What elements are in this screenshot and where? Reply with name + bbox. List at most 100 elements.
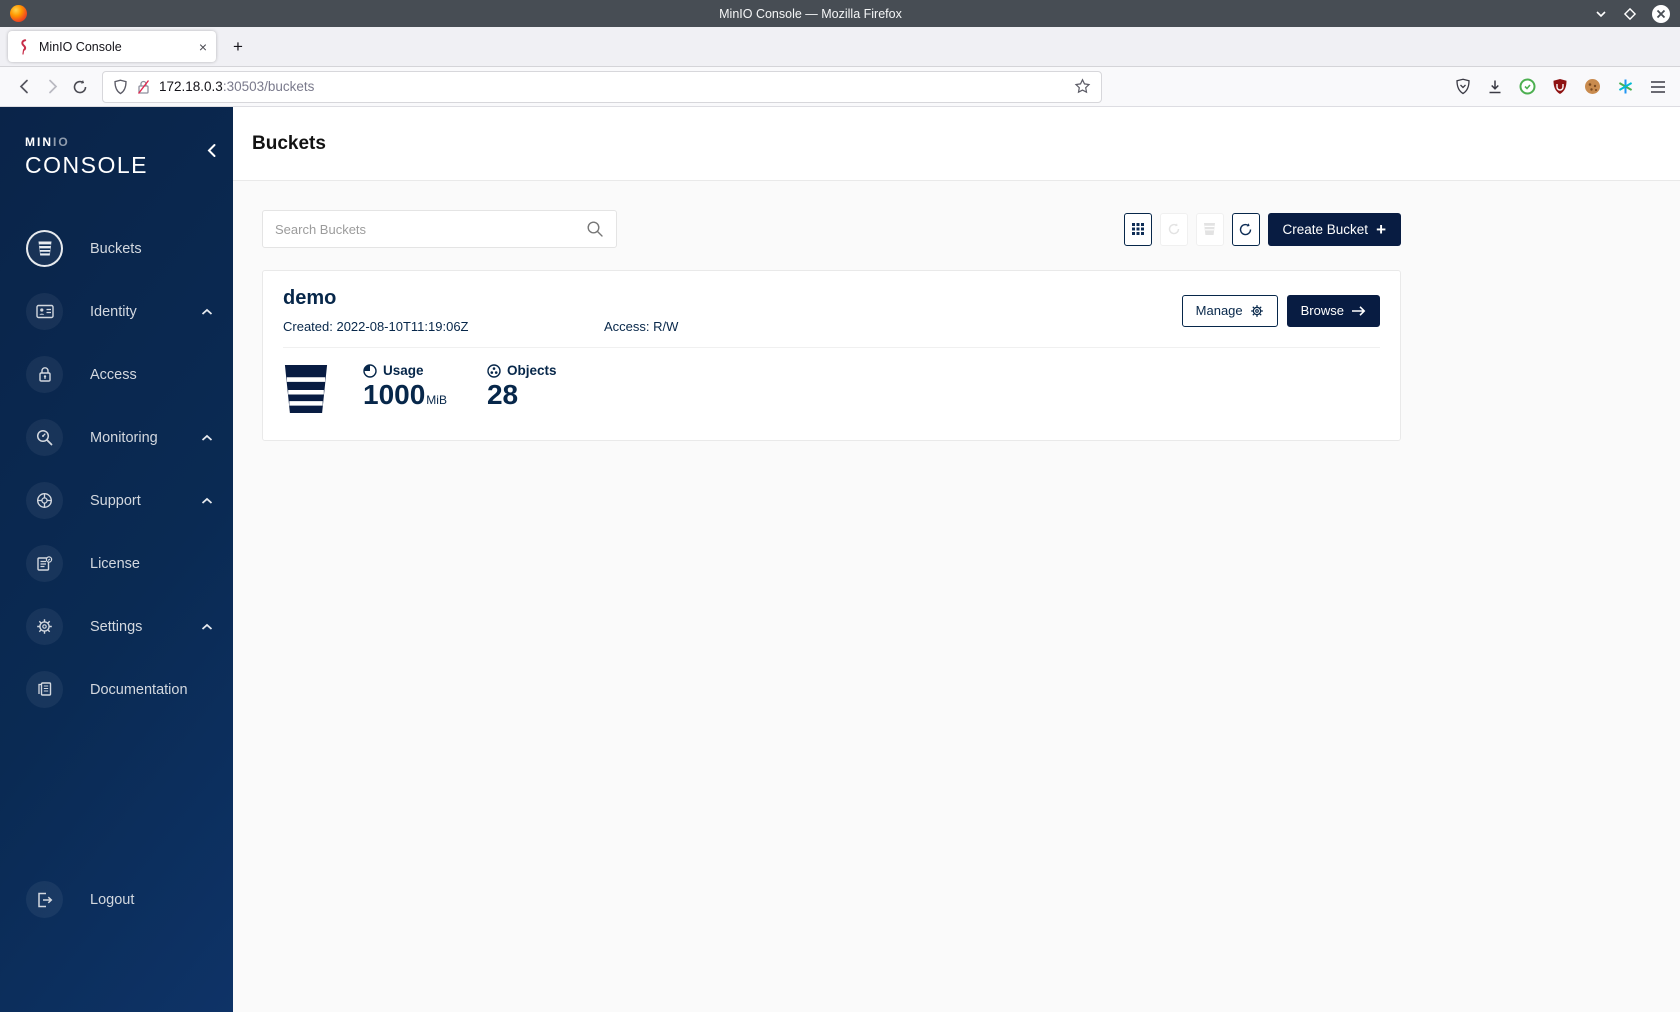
pocket-shield-icon[interactable] [1455, 78, 1471, 95]
sidebar-item-label: Monitoring [90, 429, 158, 446]
search-icon [587, 221, 603, 237]
sidebar-item-documentation[interactable]: Documentation [0, 658, 233, 721]
tab-bar: MinIO Console × + [0, 27, 1680, 67]
sidebar-item-label: Access [90, 366, 137, 383]
sidebar-item-label: Identity [90, 303, 137, 320]
cookie-extension-icon[interactable] [1584, 78, 1601, 95]
sidebar-item-identity[interactable]: Identity [0, 280, 233, 343]
replication-button-disabled [1159, 212, 1188, 246]
browse-label: Browse [1300, 303, 1344, 318]
chevron-up-icon[interactable] [201, 492, 213, 510]
forward-icon[interactable] [38, 73, 66, 101]
chevron-up-icon[interactable] [201, 303, 213, 321]
sidebar-item-label: Logout [90, 891, 135, 908]
sidebar-collapse-icon[interactable] [206, 143, 217, 163]
sidebar-item-label: Support [90, 492, 141, 509]
sidebar-item-buckets[interactable]: Buckets [0, 217, 233, 280]
url-host: 172.18.0.3 [159, 79, 223, 94]
objects-value: 28 [486, 379, 519, 410]
tab-close-icon[interactable]: × [199, 40, 207, 54]
monitor-magnifier-icon [26, 419, 63, 456]
bucket-access: Access: R/W [604, 319, 679, 334]
minio-favicon-icon [21, 38, 27, 55]
bucket-name[interactable]: demo [283, 287, 1182, 310]
delete-bucket-button-disabled [1195, 212, 1224, 246]
page-header: Buckets [233, 107, 1680, 181]
replication-arrows-icon [1168, 223, 1179, 235]
new-tab-button[interactable]: + [224, 33, 252, 61]
sidebar-item-access[interactable]: Access [0, 343, 233, 406]
sidebar-item-support[interactable]: Support [0, 469, 233, 532]
identity-card-icon [26, 293, 63, 330]
main-area: Buckets Search Buckets Create Bucket + d… [233, 107, 1680, 1012]
usage-label: Usage [383, 363, 424, 378]
bucket-created: Created: 2022-08-10T11:19:06Z [283, 319, 469, 334]
minimize-icon[interactable] [1594, 7, 1608, 21]
minio-logo: MINIO CONSOLE [0, 107, 233, 179]
logo-min: MIN [25, 135, 53, 149]
page-title: Buckets [252, 132, 326, 154]
bookmark-star-icon[interactable] [1074, 78, 1091, 95]
bucket-card[interactable]: demo Created: 2022-08-10T11:19:06Z Acces… [262, 270, 1401, 441]
arrow-right-icon [1352, 305, 1366, 316]
objects-label: Objects [506, 363, 557, 378]
sidebar-item-label: Documentation [90, 681, 188, 698]
refresh-button[interactable] [1231, 212, 1260, 246]
reload-icon[interactable] [66, 73, 94, 101]
tracking-shield-icon[interactable] [113, 79, 128, 95]
chevron-up-icon[interactable] [201, 618, 213, 636]
logout-icon [26, 881, 63, 918]
downloads-icon[interactable] [1487, 79, 1503, 95]
menu-hamburger-icon[interactable] [1650, 80, 1666, 94]
window-title: MinIO Console — Mozilla Firefox [719, 6, 902, 21]
search-box[interactable] [262, 210, 617, 248]
ublock-origin-icon[interactable] [1552, 78, 1568, 95]
refresh-icon [1239, 222, 1252, 235]
manage-label: Manage [1195, 303, 1243, 318]
sidebar-item-monitoring[interactable]: Monitoring [0, 406, 233, 469]
actions-row: Create Bucket + [262, 210, 1401, 248]
titlebar: MinIO Console — Mozilla Firefox [0, 0, 1680, 27]
firefox-logo-icon [10, 5, 27, 22]
close-icon[interactable] [1652, 4, 1670, 23]
logo-io: IO [53, 135, 70, 149]
usage-pie-icon [363, 363, 377, 378]
insecure-lock-icon[interactable] [136, 79, 151, 95]
usage-value: 1000 [363, 379, 426, 410]
maximize-icon[interactable] [1623, 7, 1637, 21]
usage-metric: Usage 1000 MiB [363, 363, 447, 411]
asterisk-extension-icon[interactable] [1617, 78, 1634, 95]
logo-console: CONSOLE [25, 152, 148, 178]
manage-button[interactable]: Manage [1181, 294, 1278, 327]
search-input[interactable] [275, 221, 586, 237]
sidebar-nav: Buckets Identity Access Monitoring Suppo… [0, 217, 233, 721]
sidebar-item-label: Settings [90, 618, 143, 635]
sidebar-item-settings[interactable]: Settings [0, 595, 233, 658]
url-text[interactable]: 172.18.0.3:30503/buckets [159, 79, 1066, 94]
sidebar: MINIO CONSOLE Buckets Identity Access Mo… [0, 107, 233, 1012]
usage-unit: MiB [426, 392, 447, 407]
sidebar-item-label: License [90, 555, 140, 572]
browse-button[interactable]: Browse [1286, 294, 1380, 327]
grid-icon [1131, 223, 1144, 235]
create-bucket-button[interactable]: Create Bucket + [1267, 212, 1401, 246]
browser-toolbar: 172.18.0.3:30503/buckets [0, 67, 1680, 107]
chevron-up-icon[interactable] [201, 429, 213, 447]
objects-metric: Objects 28 [487, 363, 557, 411]
create-bucket-label: Create Bucket [1282, 221, 1369, 237]
lifebuoy-icon [26, 482, 63, 519]
tab-minio-console[interactable]: MinIO Console × [8, 31, 216, 62]
sidebar-item-logout[interactable]: Logout [0, 868, 233, 931]
sidebar-item-license[interactable]: License [0, 532, 233, 595]
bucket-small-icon [1204, 223, 1216, 235]
url-bar[interactable]: 172.18.0.3:30503/buckets [102, 70, 1102, 103]
lock-icon [26, 356, 63, 393]
screen: MinIO Console — Mozilla Firefox MinIO Co… [0, 0, 1680, 1012]
extension-green-badge-icon[interactable] [1519, 78, 1536, 95]
gear-icon [1250, 304, 1263, 317]
back-icon[interactable] [10, 73, 38, 101]
grid-view-button[interactable] [1123, 212, 1152, 246]
bucket-icon [26, 230, 63, 267]
sidebar-item-label: Buckets [90, 240, 142, 257]
plus-icon: + [1376, 219, 1386, 239]
